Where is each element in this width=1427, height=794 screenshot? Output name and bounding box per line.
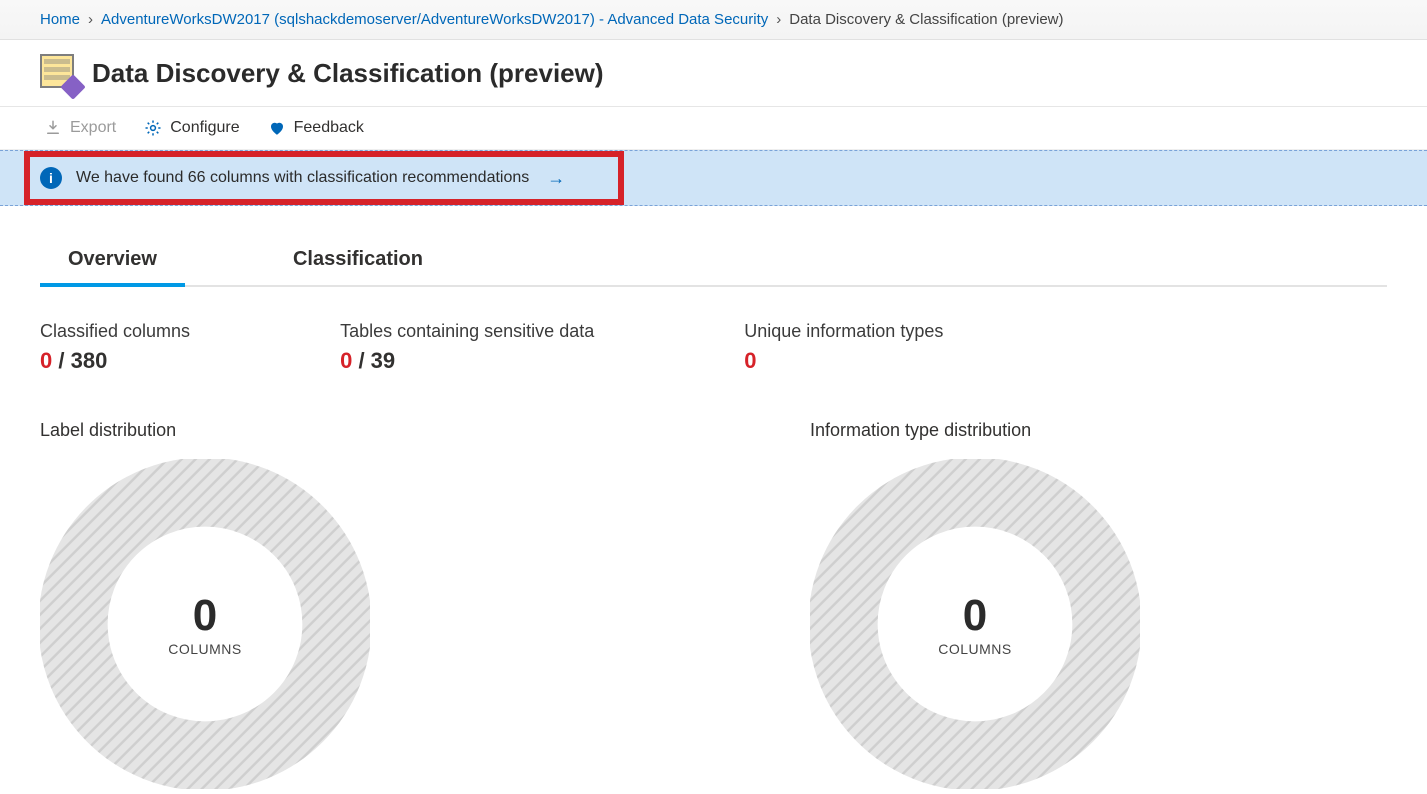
heart-icon [268,119,286,137]
chart-info-type-distribution: Information type distribution 0 COLUMNS [810,420,1140,789]
stat-count: 0 [340,348,352,373]
charts-row: Label distribution 0 COLUMNS [40,420,1387,789]
stat-label: Tables containing sensitive data [340,321,594,342]
stats-row: Classified columns 0 / 380 Tables contai… [40,321,1387,374]
stat-value: 0 / 380 [40,348,190,374]
breadcrumb: Home › AdventureWorksDW2017 (sqlshackdem… [0,0,1427,40]
stat-count: 0 [40,348,52,373]
stat-sep: / [358,348,370,373]
stat-unique-types: Unique information types 0 [744,321,943,374]
info-icon: i [40,167,62,189]
chevron-right-icon: › [776,11,781,28]
stat-value: 0 [744,348,943,374]
donut-svg [810,459,1140,789]
arrow-right-icon: → [547,168,565,189]
chart-label-distribution: Label distribution 0 COLUMNS [40,420,370,789]
donut-svg [40,459,370,789]
tab-overview[interactable]: Overview [40,238,185,285]
page-header: Data Discovery & Classification (preview… [0,40,1427,107]
recommendation-banner-area: i We have found 66 columns with classifi… [0,150,1427,206]
tabs: Overview Classification [40,238,1387,287]
configure-button[interactable]: Configure [144,119,239,137]
stat-label: Classified columns [40,321,190,342]
stat-classified-columns: Classified columns 0 / 380 [40,321,190,374]
stat-value: 0 / 39 [340,348,594,374]
feedback-button[interactable]: Feedback [268,119,364,137]
export-label: Export [70,119,116,137]
breadcrumb-home[interactable]: Home [40,11,80,28]
donut-chart: 0 COLUMNS [40,459,370,789]
stat-tables-sensitive: Tables containing sensitive data 0 / 39 [340,321,594,374]
page-title: Data Discovery & Classification (preview… [92,58,604,89]
stat-sep: / [58,348,70,373]
export-button: Export [44,119,116,137]
main-content: Overview Classification Classified colum… [0,206,1427,789]
donut-chart: 0 COLUMNS [810,459,1140,789]
stat-label: Unique information types [744,321,943,342]
recommendation-banner[interactable]: i We have found 66 columns with classifi… [24,151,624,205]
chevron-right-icon: › [88,11,93,28]
breadcrumb-current: Data Discovery & Classification (preview… [789,11,1063,28]
stat-total: 39 [371,348,395,373]
recommendation-text: We have found 66 columns with classifica… [76,169,529,187]
gear-icon [144,119,162,137]
breadcrumb-database[interactable]: AdventureWorksDW2017 (sqlshackdemoserver… [101,11,768,28]
data-classification-icon [40,54,80,92]
toolbar: Export Configure Feedback [0,107,1427,150]
configure-label: Configure [170,119,239,137]
download-icon [44,119,62,137]
stat-count: 0 [744,348,756,373]
stat-total: 380 [71,348,108,373]
feedback-label: Feedback [294,119,364,137]
chart-title: Label distribution [40,420,370,441]
chart-title: Information type distribution [810,420,1140,441]
tab-classification[interactable]: Classification [265,238,451,285]
